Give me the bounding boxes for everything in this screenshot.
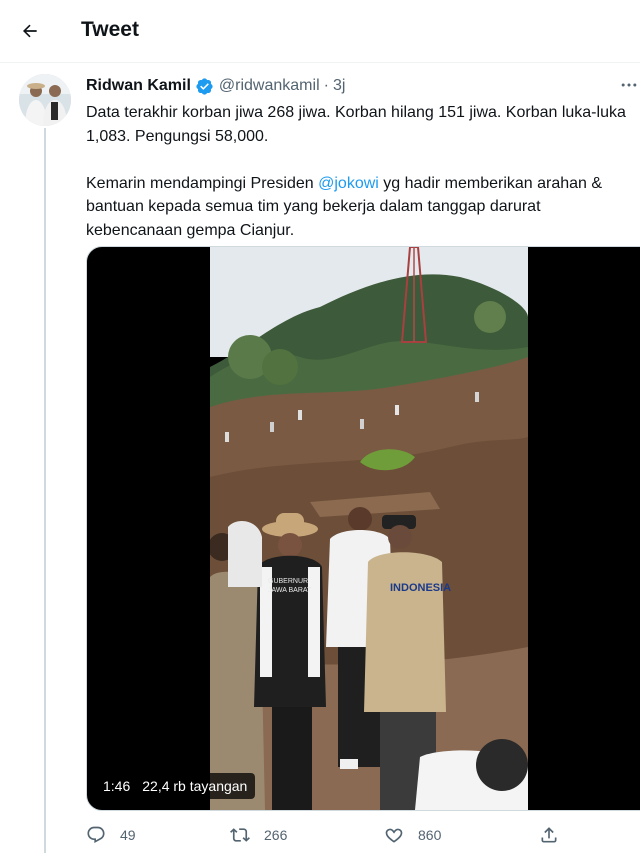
thread-line xyxy=(44,128,46,853)
tweet-timestamp[interactable]: 3j xyxy=(333,77,345,95)
avatar-photo xyxy=(19,74,71,126)
video-player[interactable]: GUBERNUR JAWA BARAT INDONESIA 1:46 22,4 … xyxy=(86,246,640,811)
share-button[interactable] xyxy=(539,822,559,848)
arrow-left-icon xyxy=(23,24,37,38)
separator-dot: · xyxy=(323,77,329,94)
back-button[interactable] xyxy=(12,13,48,49)
tweet-text-line: Kemarin mendampingi Presiden @jokowi yg … xyxy=(86,172,640,196)
tweet-text-segment: Kemarin mendampingi Presiden xyxy=(86,174,319,192)
reply-count: 49 xyxy=(120,827,136,843)
avatar[interactable] xyxy=(19,74,71,126)
vest-text-indonesia: INDONESIA xyxy=(390,582,451,594)
video-duration: 1:46 xyxy=(103,778,131,794)
heart-icon xyxy=(385,828,403,843)
mention-link[interactable]: @jokowi xyxy=(318,175,379,192)
page-title: Tweet xyxy=(81,18,139,41)
tweet-text-line: 1,083. Pengungsi 58,000. xyxy=(86,127,269,145)
reply-button[interactable]: 49 xyxy=(86,822,136,848)
retweet-button[interactable]: 266 xyxy=(230,822,287,848)
tweet-text-segment: yg hadir memberikan arahan & xyxy=(378,174,603,192)
video-info-badge: 1:46 22,4 rb tayangan xyxy=(95,773,256,799)
more-options-button[interactable] xyxy=(618,74,640,96)
tweet-text-line: bantuan kepada semua tim yang bekerja da… xyxy=(86,198,541,215)
video-still-image: GUBERNUR JAWA BARAT INDONESIA xyxy=(210,247,528,810)
author-handle[interactable]: @ridwankamil xyxy=(219,77,320,95)
verified-badge-icon xyxy=(195,77,214,96)
tweet-header: Ridwan Kamil @ridwankamil · 3j xyxy=(86,75,345,97)
tweet-text-line: Data terakhir korban jiwa 268 jiwa. Korb… xyxy=(86,104,626,121)
video-frame: GUBERNUR JAWA BARAT INDONESIA xyxy=(210,247,528,810)
like-count: 860 xyxy=(418,827,442,843)
video-view-count: 22,4 rb tayangan xyxy=(142,778,248,794)
retweet-count: 266 xyxy=(264,827,288,843)
vest-text-jabar: JAWA BARAT xyxy=(268,587,312,594)
vest-text-gubernur: GUBERNUR xyxy=(268,578,308,585)
reply-icon xyxy=(87,826,105,843)
share-icon xyxy=(541,827,557,843)
retweet-icon xyxy=(230,828,250,842)
tweet-text-line: kebencanaan gempa Cianjur. xyxy=(86,221,295,239)
author-name[interactable]: Ridwan Kamil xyxy=(86,77,191,95)
tweet-actions: 49 266 860 xyxy=(86,822,560,848)
top-bar: Tweet xyxy=(0,0,640,63)
more-horizontal-icon xyxy=(621,83,637,87)
like-button[interactable]: 860 xyxy=(384,822,441,848)
tweet-text: Data terakhir korban jiwa 268 jiwa. Korb… xyxy=(86,101,640,242)
